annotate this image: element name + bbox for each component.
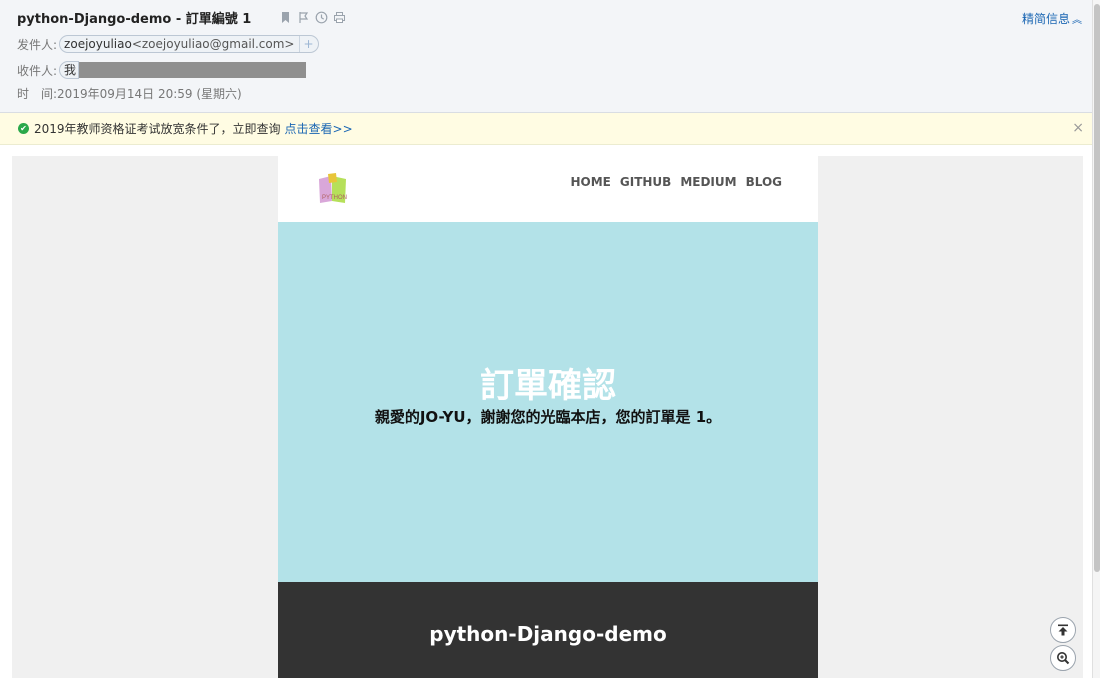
notice-link[interactable]: 点击查看>> (285, 120, 353, 137)
sender-chip[interactable]: zoejoyuliao <zoejoyuliao@gmail.com> + (59, 35, 319, 53)
subject-actions (279, 9, 346, 24)
zoom-button[interactable] (1050, 645, 1076, 671)
email-footer: python-Django-demo (278, 582, 818, 678)
notice-bar: ✔ 2019年教师资格证考试放宽条件了，立即查询 点击查看>> × (0, 113, 1092, 145)
sender-email: <zoejoyuliao@gmail.com> (131, 37, 295, 51)
mail-header: python-Django-demo - 訂單編號 1 精简信息 ︽ 发件人: z… (0, 0, 1092, 113)
recipient-label: 收件人: (17, 63, 58, 78)
close-icon[interactable]: × (1072, 120, 1084, 136)
mail-subject: python-Django-demo - 訂單編號 1 (17, 12, 252, 27)
sender-row: 发件人: zoejoyuliao <zoejoyuliao@gmail.com> + (17, 35, 319, 53)
recipient-row: 收件人: 我 (17, 61, 307, 79)
check-icon: ✔ (18, 123, 29, 134)
logo-text: PYTHON (322, 195, 347, 201)
sender-label: 发件人: (17, 37, 58, 52)
simple-info-toggle[interactable]: 精简信息 ︽ (1022, 10, 1082, 27)
time-label: 时 间: (17, 87, 58, 101)
order-message: 親愛的JO-YU，謝謝您的光臨本店，您的訂單是 1。 (374, 408, 722, 426)
email-header: PYTHON HOME GITHUB MEDIUM BLOG (278, 156, 818, 222)
notice-text: 2019年教师资格证考试放宽条件了，立即查询 (34, 122, 281, 136)
sender-name: zoejoyuliao (64, 37, 132, 51)
add-contact-button[interactable]: + (299, 36, 314, 52)
nav-medium[interactable]: MEDIUM (680, 175, 736, 189)
simple-info-label[interactable]: 精简信息 (1022, 12, 1070, 26)
order-title: 訂單確認 (480, 366, 616, 406)
recipient-name: 我 (64, 63, 77, 77)
clock-icon[interactable] (315, 9, 328, 24)
nav-home[interactable]: HOME (571, 175, 611, 189)
mail-body: PYTHON HOME GITHUB MEDIUM BLOG 訂單確認 親愛的J… (12, 156, 1083, 678)
nav-github[interactable]: GITHUB (620, 175, 671, 189)
order-hero: 訂單確認 親愛的JO-YU，謝謝您的光臨本店，您的訂單是 1。 (278, 222, 818, 582)
double-chevron-up-icon: ︽ (1072, 15, 1082, 26)
redacted-recipient (79, 62, 307, 78)
arrow-up-to-top-icon (1058, 624, 1068, 636)
time-value: 2019年09月14日 20:59 (星期六) (57, 87, 242, 101)
recipient-chip[interactable]: 我 (59, 61, 80, 79)
scrollbar[interactable] (1092, 0, 1100, 678)
footer-title: python-Django-demo (429, 622, 667, 646)
shop-logo: PYTHON (316, 172, 350, 206)
bookmark-icon[interactable] (279, 9, 292, 23)
zoom-icon (1057, 652, 1070, 665)
time-row: 时 间: 2019年09月14日 20:59 (星期六) (17, 85, 242, 102)
back-to-top-button[interactable] (1050, 617, 1076, 643)
email-nav: HOME GITHUB MEDIUM BLOG (571, 175, 783, 189)
nav-blog[interactable]: BLOG (746, 175, 782, 189)
print-icon[interactable] (333, 9, 346, 23)
email-content: PYTHON HOME GITHUB MEDIUM BLOG 訂單確認 親愛的J… (278, 156, 818, 678)
scrollbar-thumb[interactable] (1094, 4, 1100, 572)
flag-icon[interactable] (297, 9, 310, 23)
